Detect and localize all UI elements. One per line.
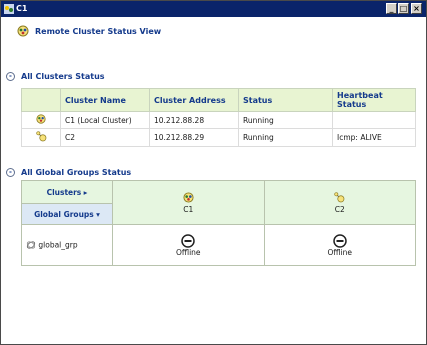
group-icon xyxy=(26,241,36,249)
global-groups-header-label: Global Groups xyxy=(34,209,94,219)
cluster-name: C2 xyxy=(60,128,150,147)
app-window: C1 _ □ × Remote Cluster Status View - Al… xyxy=(0,0,427,345)
clusters-table: Cluster Name Cluster Address Status Hear… xyxy=(21,88,416,147)
view-title: Remote Cluster Status View xyxy=(35,27,162,36)
col-header-cluster-address[interactable]: Cluster Address xyxy=(149,88,239,112)
clusters-arrow-icon: ▸ xyxy=(83,187,88,197)
cluster-status: Running xyxy=(238,111,333,129)
table-row[interactable]: C1 (Local Cluster) 10.212.88.28 Running xyxy=(21,111,416,129)
global-groups-header-cell[interactable]: Global Groups ▾ xyxy=(21,203,113,225)
groups-section-title: All Global Groups Status xyxy=(21,168,132,177)
heartbeat-status xyxy=(332,111,416,129)
cluster-col-label: C1 xyxy=(183,204,194,214)
remote-cluster-icon xyxy=(35,131,46,142)
group-state-c2[interactable]: Offline xyxy=(263,224,416,266)
cluster-icon xyxy=(36,114,46,124)
col-header-status[interactable]: Status xyxy=(238,88,333,112)
row-icon-cell xyxy=(21,111,61,129)
remote-cluster-icon xyxy=(334,191,345,202)
group-name-cell[interactable]: global_grp xyxy=(21,224,113,266)
cluster-status: Running xyxy=(238,128,333,147)
group-state-label: Offline xyxy=(175,247,201,257)
offline-icon xyxy=(181,233,195,248)
clusters-section-title: All Clusters Status xyxy=(21,72,105,81)
clusters-header-cell[interactable]: Clusters ▸ xyxy=(21,180,113,204)
collapse-clusters-toggle[interactable]: - xyxy=(6,72,15,81)
cluster-name: C1 (Local Cluster) xyxy=(60,111,150,129)
view-header: Remote Cluster Status View xyxy=(15,23,415,43)
cluster-app-icon xyxy=(4,4,14,14)
maximize-button[interactable]: □ xyxy=(398,3,409,14)
global-groups-arrow-icon: ▾ xyxy=(96,209,100,219)
table-row[interactable]: C2 10.212.88.29 Running Icmp: ALIVE xyxy=(21,128,416,147)
group-name: global_grp xyxy=(38,240,78,250)
cluster-address: 10.212.88.29 xyxy=(149,128,239,147)
group-state-label: Offline xyxy=(327,247,353,257)
cluster-col-c1[interactable]: C1 xyxy=(112,180,265,225)
groups-header-row-top: Clusters ▸ C1 C2 xyxy=(21,180,416,225)
icon-col-header xyxy=(21,88,61,112)
window-title: C1 xyxy=(16,4,28,13)
col-header-heartbeat-status[interactable]: Heartbeat Status xyxy=(332,88,416,112)
minimize-button[interactable]: _ xyxy=(386,3,397,14)
cluster-icon xyxy=(17,25,29,37)
collapse-groups-toggle[interactable]: - xyxy=(6,168,15,177)
group-row[interactable]: global_grp Offline Offline xyxy=(21,224,416,266)
col-header-cluster-name[interactable]: Cluster Name xyxy=(60,88,150,112)
group-state-c1[interactable]: Offline xyxy=(112,224,265,266)
title-bar: C1 _ □ × xyxy=(1,1,426,17)
row-icon-cell xyxy=(21,128,61,147)
global-groups-table: Clusters ▸ C1 C2 Global Groups ▾ global_… xyxy=(21,180,416,266)
cluster-address: 10.212.88.28 xyxy=(149,111,239,129)
cluster-icon xyxy=(183,191,194,203)
heartbeat-status: Icmp: ALIVE xyxy=(332,128,416,147)
clusters-header-row: Cluster Name Cluster Address Status Hear… xyxy=(21,88,416,112)
close-button[interactable]: × xyxy=(411,3,422,14)
clusters-header-label: Clusters xyxy=(46,187,82,197)
cluster-col-c2[interactable]: C2 xyxy=(263,180,416,225)
cluster-col-label: C2 xyxy=(334,204,345,214)
offline-icon xyxy=(333,233,347,248)
